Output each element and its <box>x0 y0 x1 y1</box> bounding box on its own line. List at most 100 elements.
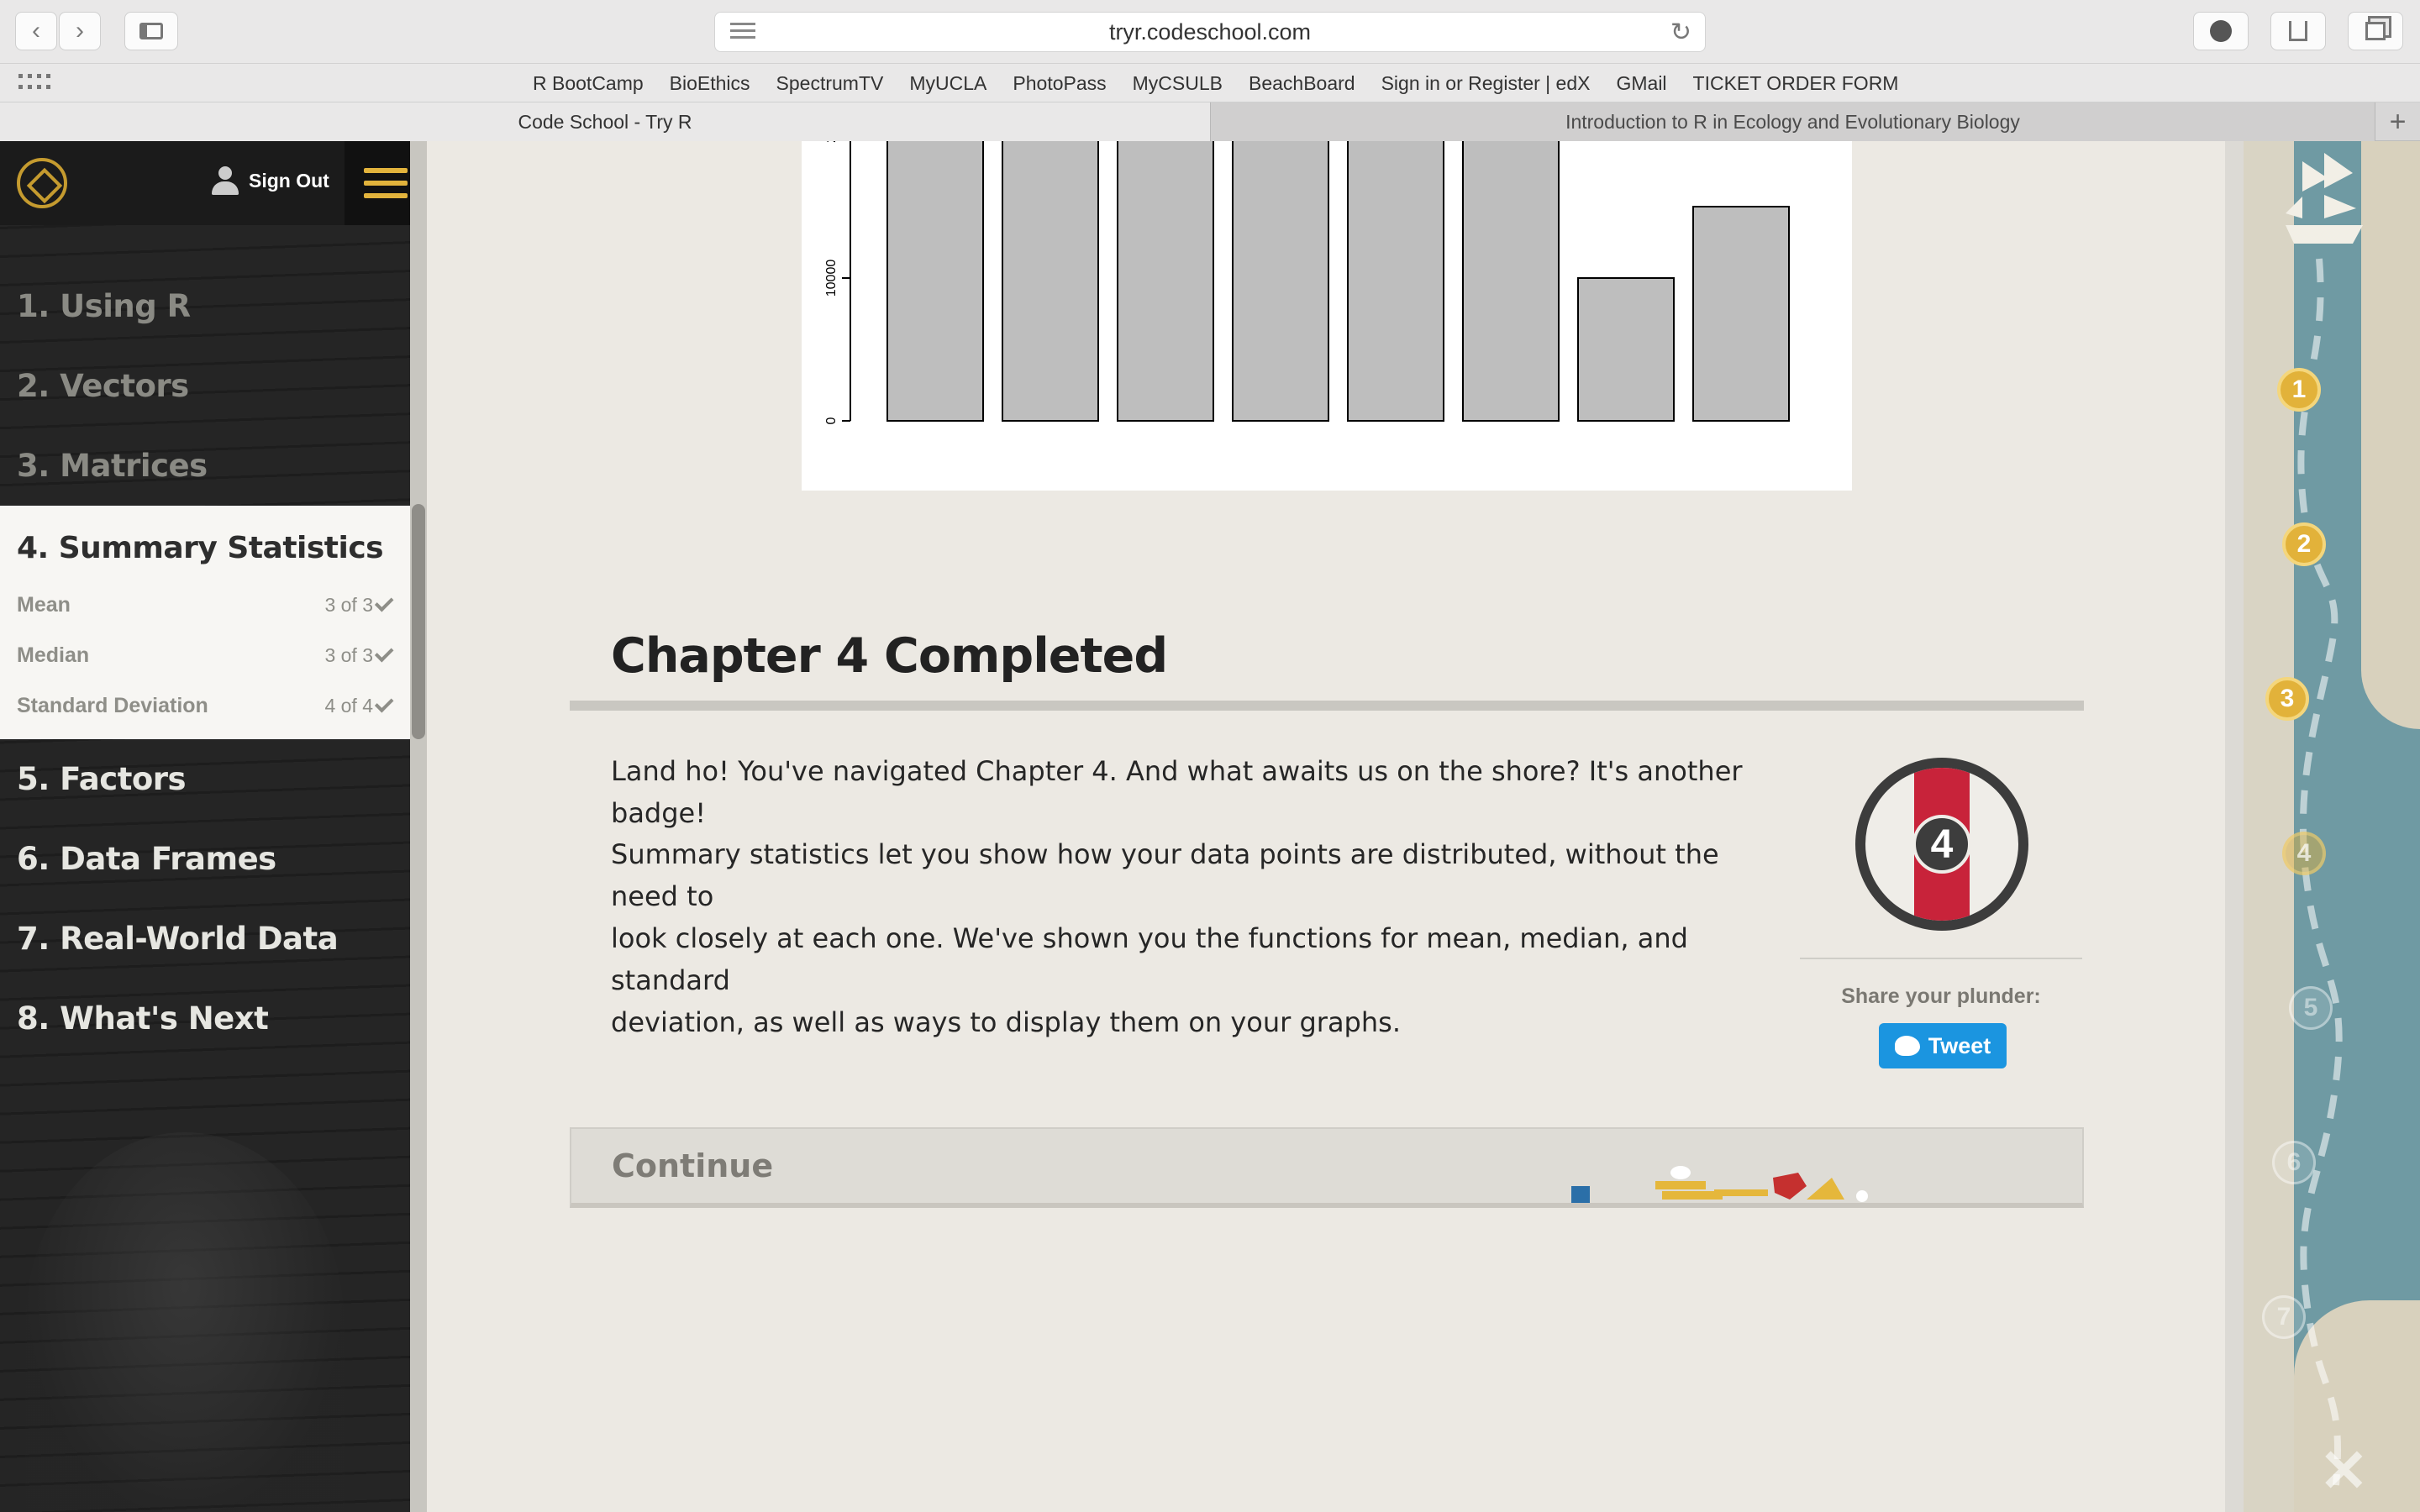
tabs-icon <box>2365 22 2386 40</box>
share-icon <box>2289 21 2307 41</box>
summary-description: Summary statistics let you show how your… <box>611 833 1745 1043</box>
chapter-label: 8. What's Next <box>17 1000 269 1037</box>
main-scrollbar[interactable] <box>2225 141 2244 1512</box>
summary-line-3: deviation, as well as ways to display th… <box>611 1006 1401 1038</box>
completion-message: Land ho! You've navigated Chapter 4. And… <box>611 755 1743 829</box>
download-icon <box>2210 20 2232 42</box>
bookmark-item[interactable]: PhotoPass <box>1013 72 1106 95</box>
badge-number: 4 <box>1912 815 1971 874</box>
continue-label: Continue <box>612 1147 774 1184</box>
map-pin-7[interactable]: 7 <box>2262 1295 2306 1339</box>
new-tab-button[interactable]: + <box>2375 102 2420 141</box>
bookmarks-bar: R BootCamp BioEthics SpectrumTV MyUCLA Photo… <box>0 64 2420 102</box>
sign-out-label: Sign Out <box>249 169 329 192</box>
downloads-button[interactable] <box>2193 12 2249 50</box>
chart-bar <box>1347 141 1444 422</box>
bookmark-item[interactable]: Sign in or Register | edX <box>1381 72 1591 95</box>
map-pin-1[interactable]: 1 <box>2277 368 2321 412</box>
course-sidebar: Sign Out 1. Using R 2. Vectors 3. Matric… <box>0 141 427 1512</box>
bookmark-item[interactable]: TICKET ORDER FORM <box>1693 72 1899 95</box>
bookmark-item[interactable]: SpectrumTV <box>776 72 884 95</box>
address-bar[interactable]: tryr.codeschool.com ↻ <box>714 12 1706 52</box>
chapter-real-world-data[interactable]: 7. Real-World Data <box>0 899 410 979</box>
chapter-label: 2. Vectors <box>17 368 189 404</box>
lesson-standard-deviation[interactable]: Standard Deviation 4 of 4 <box>17 689 395 722</box>
bookmark-item[interactable]: MyCSULB <box>1133 72 1223 95</box>
tweet-label: Tweet <box>1928 1032 1991 1058</box>
map-pin-2[interactable]: 2 <box>2282 522 2326 566</box>
map-pin-3[interactable]: 3 <box>2265 677 2309 721</box>
bookmark-list: R BootCamp BioEthics SpectrumTV MyUCLA Photo… <box>533 64 1898 102</box>
chapter-using-r[interactable]: 1. Using R <box>0 266 410 346</box>
chapter-label: 3. Matrices <box>17 448 208 484</box>
tab-intro-r-ecology[interactable]: Introduction to R in Ecology and Evoluti… <box>1210 102 2375 141</box>
chart-bar <box>1462 141 1560 422</box>
chapter-summary-statistics[interactable]: 4. Summary Statistics Mean 3 of 3 Median… <box>0 506 410 739</box>
share-button[interactable] <box>2270 12 2326 50</box>
tab-bar: Code School - Try R Introduction to R in… <box>0 102 2420 141</box>
y-tick-label: 10000 <box>824 260 839 297</box>
chart-bar <box>1002 141 1099 422</box>
chapter-matrices[interactable]: 3. Matrices <box>0 426 410 506</box>
lesson-mean[interactable]: Mean 3 of 3 <box>17 588 395 622</box>
lesson-name: Standard Deviation <box>17 693 208 717</box>
sidebar-toggle-button[interactable] <box>124 12 178 50</box>
chapter-factors[interactable]: 5. Factors <box>0 739 410 819</box>
chart-bar <box>1117 141 1214 422</box>
bar-chart-svg: 0 10000 20 <box>824 141 1790 424</box>
back-button[interactable]: ‹ <box>15 12 57 50</box>
chapter-completed-title: Chapter 4 Completed <box>611 628 1168 684</box>
lesson-progress: 4 of 4 <box>324 693 395 717</box>
lesson-progress: 3 of 3 <box>324 592 395 617</box>
check-icon <box>374 693 394 713</box>
sidebar-scrollbar[interactable] <box>410 141 427 1512</box>
map-pin-4[interactable]: 4 <box>2282 832 2326 875</box>
active-chapter-title: 4. Summary Statistics <box>17 531 384 565</box>
user-icon <box>210 166 240 195</box>
y-tick-label: 20 <box>824 141 839 143</box>
summary-line-1: Summary statistics let you show how your… <box>611 838 1719 912</box>
url-text: tryr.codeschool.com <box>1108 18 1312 45</box>
lesson-name: Median <box>17 643 90 667</box>
chapter-vectors[interactable]: 2. Vectors <box>0 346 410 426</box>
map-pin-5[interactable]: 5 <box>2289 986 2333 1030</box>
code-school-logo-icon[interactable] <box>17 158 67 208</box>
chapter-label: 1. Using R <box>17 288 191 324</box>
tab-code-school[interactable]: Code School - Try R <box>0 102 1210 141</box>
chart-bar <box>1577 277 1675 422</box>
tabs-overview-button[interactable] <box>2348 12 2403 50</box>
treasure-illustration <box>1571 1166 1868 1203</box>
bookmark-item[interactable]: GMail <box>1616 72 1666 95</box>
lesson-median[interactable]: Median 3 of 3 <box>17 638 395 672</box>
bookmark-item[interactable]: MyUCLA <box>909 72 986 95</box>
progress-map: 1 2 3 4 5 6 7 <box>2244 141 2420 1512</box>
chapter-label: 6. Data Frames <box>17 841 276 877</box>
title-divider <box>570 701 2084 711</box>
lesson-progress: 3 of 3 <box>324 643 395 667</box>
chart-bar <box>1692 206 1790 422</box>
reload-icon[interactable]: ↻ <box>1670 18 1691 47</box>
chapter-label: 7. Real-World Data <box>17 921 339 957</box>
summary-line-2: look closely at each one. We've shown yo… <box>611 922 1688 996</box>
close-map-icon[interactable]: ✕ <box>2319 1436 2369 1505</box>
sign-out-button[interactable]: Sign Out <box>210 166 329 195</box>
badge-divider <box>1800 958 2082 959</box>
check-icon <box>374 643 394 663</box>
chapter-data-frames[interactable]: 6. Data Frames <box>0 819 410 899</box>
reader-icon <box>730 23 755 43</box>
bookmark-item[interactable]: BioEthics <box>670 72 750 95</box>
tab-label: Code School - Try R <box>518 110 692 133</box>
check-icon <box>374 592 394 612</box>
apps-grid-icon[interactable] <box>18 74 52 92</box>
bookmark-item[interactable]: BeachBoard <box>1249 72 1355 95</box>
continue-button[interactable]: Continue <box>570 1127 2084 1208</box>
forward-button[interactable]: › <box>59 12 101 50</box>
bookmark-item[interactable]: R BootCamp <box>533 72 644 95</box>
chapter-whats-next[interactable]: 8. What's Next <box>0 979 410 1058</box>
lesson-name: Mean <box>17 592 71 617</box>
map-pin-6[interactable]: 6 <box>2272 1141 2316 1184</box>
badge-face: 4 <box>1865 768 2018 921</box>
chapter-4-badge: 4 <box>1855 758 2028 931</box>
sidebar-scrollbar-thumb[interactable] <box>412 504 425 739</box>
tweet-button[interactable]: Tweet <box>1879 1023 2007 1068</box>
